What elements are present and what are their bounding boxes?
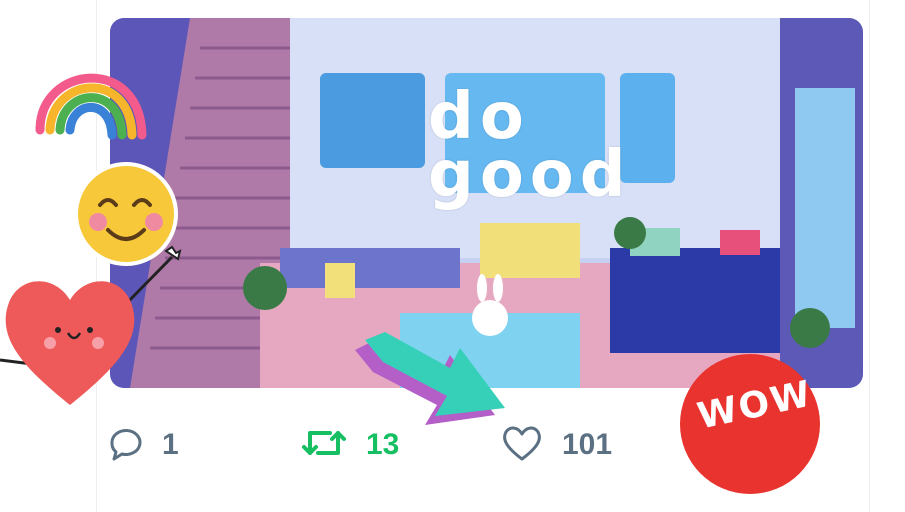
- like-button[interactable]: 101: [500, 415, 612, 475]
- reply-button[interactable]: 1: [104, 415, 179, 475]
- reply-count: 1: [162, 428, 179, 461]
- overlay-line-good: good: [428, 138, 632, 212]
- media-overlay-text: do good: [428, 85, 632, 212]
- retweet-icon: [300, 423, 348, 468]
- arrow-sticker: [355, 332, 505, 425]
- like-count: 101: [562, 428, 613, 461]
- rainbow-sticker: [35, 73, 147, 140]
- heart-character-sticker: [0, 245, 182, 405]
- retweet-count: 13: [366, 428, 400, 461]
- reply-icon: [104, 423, 144, 468]
